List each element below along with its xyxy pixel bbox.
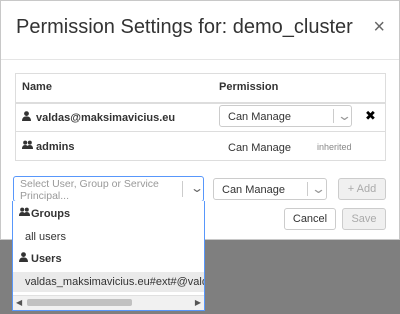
dropdown-option[interactable]: valdas_maksimavicius.eu#ext#@valdas (25, 276, 204, 288)
dropdown-option[interactable]: all users (25, 231, 66, 243)
header-divider (1, 59, 399, 60)
scroll-left-icon[interactable]: ◀ (16, 298, 22, 307)
select-separator (333, 109, 334, 123)
scroll-right-icon[interactable]: ▶ (195, 298, 201, 307)
chevron-down-icon: ⌄ (336, 108, 353, 123)
add-button[interactable]: + Add (338, 178, 386, 200)
close-icon[interactable]: × (373, 17, 385, 37)
column-header-name: Name (22, 81, 52, 93)
permission-select-value: Can Manage (228, 111, 291, 123)
principal-name: valdas@maksimavicius.eu (22, 111, 175, 124)
save-button[interactable]: Save (342, 208, 386, 230)
dropdown-group-label: Groups (31, 208, 71, 220)
horizontal-scrollbar[interactable]: ◀ ▶ (13, 295, 204, 310)
scrollbar-thumb[interactable] (27, 299, 132, 306)
permission-value: Can Manage (228, 142, 291, 154)
principal-name: admins (22, 140, 75, 153)
new-permission-value: Can Manage (222, 184, 285, 196)
permission-select[interactable]: Can Manage ⌄ (219, 105, 352, 127)
principal-name-text: admins (36, 141, 75, 153)
user-icon (22, 111, 32, 124)
chevron-down-icon: ⌄ (310, 181, 327, 196)
users-icon (22, 140, 33, 153)
principal-search-input[interactable]: Select User, Group or Service Principal.… (13, 176, 204, 202)
inherited-label: inherited (317, 142, 352, 152)
table-header: Name Permission (16, 74, 385, 104)
select-separator (182, 181, 183, 197)
chevron-down-icon: ⌄ (189, 181, 205, 195)
dropdown-group-label: Users (31, 253, 62, 265)
dropdown-group-groups: Groups (19, 207, 70, 220)
select-separator (307, 182, 308, 196)
principal-search-placeholder: Select User, Group or Service Principal.… (20, 178, 159, 202)
user-icon (19, 252, 31, 265)
principal-name-text: valdas@maksimavicius.eu (36, 112, 176, 124)
dropdown-group-users: Users (19, 252, 62, 265)
table-row: admins Can Manage inherited (16, 132, 385, 160)
column-header-permission: Permission (219, 81, 279, 93)
new-permission-select[interactable]: Can Manage ⌄ (213, 178, 327, 200)
dialog-title: Permission Settings for: demo_cluster (16, 16, 353, 38)
users-icon (19, 207, 31, 220)
permissions-table: Name Permission valdas@maksimavicius.eu … (15, 73, 386, 161)
principal-dropdown: Groups all users Users valdas_maksimavic… (12, 201, 205, 311)
remove-icon[interactable]: ✖ (365, 108, 376, 124)
cancel-button[interactable]: Cancel (284, 208, 336, 230)
table-row: valdas@maksimavicius.eu Can Manage ⌄ ✖ (16, 102, 385, 132)
